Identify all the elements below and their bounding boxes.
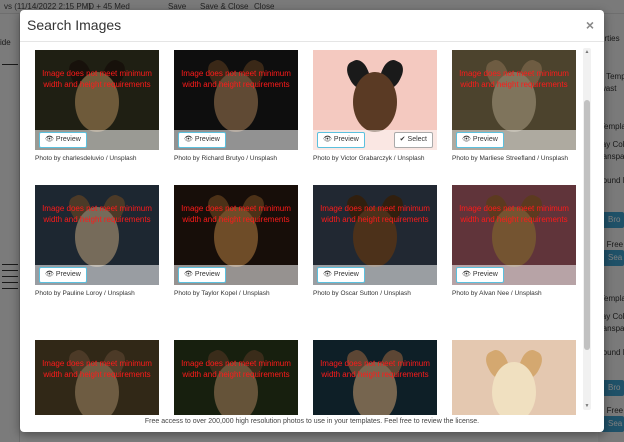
modal-title: Search Images	[27, 17, 122, 33]
size-warning-text: Image does not meet minimum width and he…	[181, 359, 291, 379]
image-actions-bar: 👁 Preview	[313, 265, 437, 285]
license-footer: Free access to over 200,000 high resolut…	[144, 418, 480, 425]
image-thumbnail[interactable]	[452, 340, 576, 415]
eye-icon: 👁	[45, 136, 54, 143]
preview-label: Preview	[55, 271, 81, 278]
eye-icon: 👁	[45, 271, 54, 278]
image-actions-bar: 👁 Preview	[35, 265, 159, 285]
size-warning-text: Image does not meet minimum width and he…	[42, 204, 152, 224]
image-card[interactable]: Image does not meet minimum width and he…	[35, 340, 159, 415]
image-thumbnail[interactable]: Image does not meet minimum width and he…	[313, 185, 437, 285]
dog-head-shape	[492, 362, 536, 415]
size-warning-text: Image does not meet minimum width and he…	[459, 204, 569, 224]
image-thumbnail[interactable]: Image does not meet minimum width and he…	[174, 185, 298, 285]
eye-icon: 👁	[323, 271, 332, 278]
eye-icon: 👁	[462, 271, 471, 278]
image-card[interactable]: Image does not meet minimum width and he…	[174, 50, 298, 162]
image-actions-bar: 👁 Preview ✔ Select	[313, 130, 437, 150]
size-warning-text: Image does not meet minimum width and he…	[42, 359, 152, 379]
modal-header: Search Images ×	[20, 10, 604, 42]
eye-icon: 👁	[184, 271, 193, 278]
image-actions-bar: 👁 Preview	[174, 130, 298, 150]
image-results-grid: ▲ ▼ Image does not meet minimum width an…	[20, 43, 604, 415]
image-card[interactable]: Image does not meet minimum width and he…	[35, 50, 159, 162]
scroll-thumb[interactable]	[584, 100, 590, 350]
dog-head-shape	[353, 72, 397, 132]
photo-credit: Photo by Victor Grabarczyk / Unsplash	[313, 155, 425, 162]
image-card[interactable]: Image does not meet minimum width and he…	[174, 185, 298, 297]
image-thumbnail[interactable]: Image does not meet minimum width and he…	[174, 50, 298, 150]
size-warning-text: Image does not meet minimum width and he…	[181, 69, 291, 89]
image-thumbnail[interactable]: 👁 Preview ✔ Select	[313, 50, 437, 150]
image-actions-bar: 👁 Preview	[174, 265, 298, 285]
eye-icon: 👁	[323, 136, 332, 143]
image-thumbnail[interactable]: Image does not meet minimum width and he…	[174, 340, 298, 415]
image-actions-bar: 👁 Preview	[35, 130, 159, 150]
preview-button[interactable]: 👁 Preview	[456, 132, 504, 148]
size-warning-text: Image does not meet minimum width and he…	[320, 359, 430, 379]
preview-button[interactable]: 👁 Preview	[456, 267, 504, 283]
image-thumbnail[interactable]: Image does not meet minimum width and he…	[452, 185, 576, 285]
size-warning-text: Image does not meet minimum width and he…	[181, 204, 291, 224]
image-actions-bar: 👁 Preview	[452, 265, 576, 285]
photo-credit: Photo by charlesdeluvio / Unsplash	[35, 155, 137, 162]
close-button[interactable]: ×	[586, 18, 594, 32]
photo-credit: Photo by Marliese Streefland / Unsplash	[452, 155, 568, 162]
size-warning-text: Image does not meet minimum width and he…	[459, 69, 569, 89]
preview-label: Preview	[472, 136, 498, 143]
photo-credit: Photo by Pauline Loroy / Unsplash	[35, 290, 135, 297]
photo-credit: Photo by Alvan Nee / Unsplash	[452, 290, 542, 297]
preview-label: Preview	[333, 136, 359, 143]
image-actions-bar: 👁 Preview	[452, 130, 576, 150]
preview-button[interactable]: 👁 Preview	[39, 267, 87, 283]
photo-credit: Photo by Taylor Kopel / Unsplash	[174, 290, 270, 297]
search-images-modal: Search Images × ▲ ▼ Image does not meet …	[20, 10, 604, 432]
photo-credit: Photo by Richard Brutyo / Unsplash	[174, 155, 277, 162]
preview-label: Preview	[55, 136, 81, 143]
preview-button[interactable]: 👁 Preview	[317, 132, 365, 148]
image-thumbnail[interactable]: Image does not meet minimum width and he…	[35, 340, 159, 415]
preview-button[interactable]: 👁 Preview	[317, 267, 365, 283]
image-thumbnail[interactable]: Image does not meet minimum width and he…	[35, 185, 159, 285]
photo-credit: Photo by Oscar Sutton / Unsplash	[313, 290, 411, 297]
image-card[interactable]: Image does not meet minimum width and he…	[313, 340, 437, 415]
image-card[interactable]: Image does not meet minimum width and he…	[313, 185, 437, 297]
image-thumbnail[interactable]: Image does not meet minimum width and he…	[313, 340, 437, 415]
preview-label: Preview	[333, 271, 359, 278]
preview-button[interactable]: 👁 Preview	[39, 132, 87, 148]
scroll-down-arrow-icon[interactable]: ▼	[583, 402, 591, 410]
select-label: Select	[407, 136, 427, 143]
image-card[interactable]	[452, 340, 576, 415]
size-warning-text: Image does not meet minimum width and he…	[320, 204, 430, 224]
select-button[interactable]: ✔ Select	[393, 132, 433, 148]
checkmark-icon: ✔	[399, 136, 406, 143]
image-card[interactable]: 👁 Preview ✔ Select Photo by Victor Grabarczy…	[313, 50, 437, 162]
image-card[interactable]: Image does not meet minimum width and he…	[35, 185, 159, 297]
preview-label: Preview	[472, 271, 498, 278]
size-warning-text: Image does not meet minimum width and he…	[42, 69, 152, 89]
image-card[interactable]: Image does not meet minimum width and he…	[452, 50, 576, 162]
preview-label: Preview	[194, 271, 220, 278]
eye-icon: 👁	[184, 136, 193, 143]
image-card[interactable]: Image does not meet minimum width and he…	[174, 340, 298, 415]
image-thumbnail[interactable]: Image does not meet minimum width and he…	[452, 50, 576, 150]
image-thumbnail[interactable]: Image does not meet minimum width and he…	[35, 50, 159, 150]
vertical-scrollbar[interactable]: ▲ ▼	[583, 48, 591, 410]
preview-button[interactable]: 👁 Preview	[178, 267, 226, 283]
eye-icon: 👁	[462, 136, 471, 143]
image-card[interactable]: Image does not meet minimum width and he…	[452, 185, 576, 297]
preview-button[interactable]: 👁 Preview	[178, 132, 226, 148]
preview-label: Preview	[194, 136, 220, 143]
scroll-up-arrow-icon[interactable]: ▲	[583, 48, 591, 56]
